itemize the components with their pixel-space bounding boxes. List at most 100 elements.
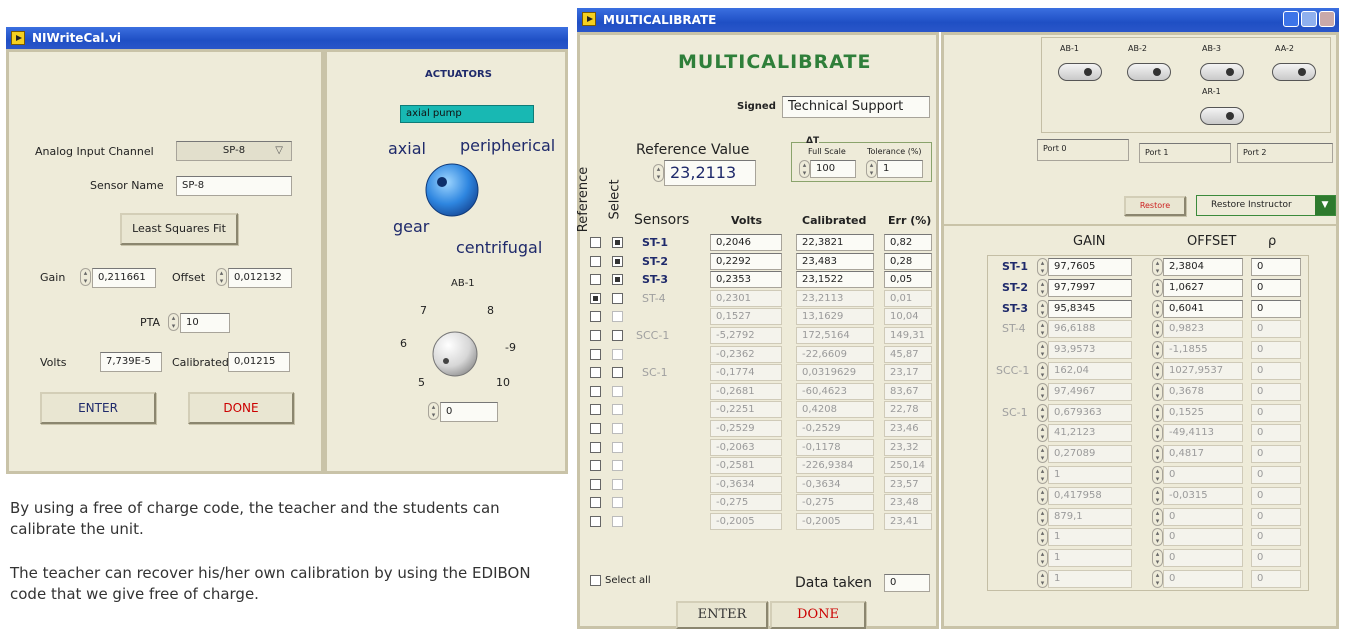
- analog-input-select[interactable]: SP-8 ▽: [176, 141, 292, 161]
- offset-cell[interactable]: 0,4817: [1163, 445, 1243, 463]
- gain-cell[interactable]: 1: [1048, 570, 1132, 588]
- offset-row-spinner-icon[interactable]: ▴ ▾: [1152, 445, 1163, 463]
- gain-row-spinner-icon[interactable]: ▴ ▾: [1037, 404, 1048, 422]
- offset-cell[interactable]: 0,6041: [1163, 300, 1243, 318]
- offset-cell[interactable]: 0: [1163, 466, 1243, 484]
- select-checkbox[interactable]: [612, 274, 623, 285]
- gain-row-spinner-icon[interactable]: ▴ ▾: [1037, 279, 1048, 297]
- reference-checkbox[interactable]: [590, 479, 601, 490]
- reference-checkbox[interactable]: [590, 386, 601, 397]
- minimize-icon[interactable]: [1283, 11, 1299, 27]
- reference-checkbox[interactable]: [590, 497, 601, 508]
- offset-row-spinner-icon[interactable]: ▴ ▾: [1152, 570, 1163, 588]
- select-checkbox[interactable]: [612, 404, 623, 415]
- gain-row-spinner-icon[interactable]: ▴ ▾: [1037, 362, 1048, 380]
- reference-checkbox[interactable]: [590, 423, 601, 434]
- offset-cell[interactable]: 0,9823: [1163, 320, 1243, 338]
- reference-checkbox[interactable]: [590, 311, 601, 322]
- offset-row-spinner-icon[interactable]: ▴ ▾: [1152, 528, 1163, 546]
- gain-cell[interactable]: 95,8345: [1048, 300, 1132, 318]
- gain-cell[interactable]: 97,7997: [1048, 279, 1132, 297]
- offset-cell[interactable]: -1,1855: [1163, 341, 1243, 359]
- select-checkbox[interactable]: [612, 311, 623, 322]
- toggle-aa2[interactable]: [1272, 63, 1316, 81]
- gain-row-spinner-icon[interactable]: ▴ ▾: [1037, 258, 1048, 276]
- gain-cell[interactable]: 879,1: [1048, 508, 1132, 526]
- gain-row-spinner-icon[interactable]: ▴ ▾: [1037, 300, 1048, 318]
- offset-cell[interactable]: 0: [1163, 528, 1243, 546]
- select-checkbox[interactable]: [612, 423, 623, 434]
- reference-checkbox[interactable]: [590, 442, 601, 453]
- select-checkbox[interactable]: [612, 479, 623, 490]
- full-scale-field[interactable]: 100: [810, 160, 856, 178]
- full-scale-spinner-icon[interactable]: ▴ ▾: [799, 160, 810, 178]
- gain-row-spinner-icon[interactable]: ▴ ▾: [1037, 466, 1048, 484]
- reference-checkbox[interactable]: [590, 237, 601, 248]
- offset-row-spinner-icon[interactable]: ▴ ▾: [1152, 508, 1163, 526]
- reference-value-field[interactable]: 23,2113: [664, 160, 756, 186]
- dial-spinner-icon[interactable]: ▴ ▾: [428, 402, 439, 420]
- dial-value-field[interactable]: 0: [440, 402, 498, 422]
- gain-row-spinner-icon[interactable]: ▴ ▾: [1037, 383, 1048, 401]
- offset-row-spinner-icon[interactable]: ▴ ▾: [1152, 320, 1163, 338]
- pta-field[interactable]: 10: [180, 313, 230, 333]
- sensor-name-field[interactable]: SP-8: [176, 176, 292, 196]
- gain-row-spinner-icon[interactable]: ▴ ▾: [1037, 549, 1048, 567]
- reference-checkbox[interactable]: [590, 274, 601, 285]
- offset-field[interactable]: 0,012132: [228, 268, 292, 288]
- tolerance-spinner-icon[interactable]: ▴ ▾: [866, 160, 877, 178]
- select-checkbox[interactable]: [612, 386, 623, 397]
- reference-checkbox[interactable]: [590, 256, 601, 267]
- gain-cell[interactable]: 162,04: [1048, 362, 1132, 380]
- gain-row-spinner-icon[interactable]: ▴ ▾: [1037, 445, 1048, 463]
- select-checkbox[interactable]: [612, 516, 623, 527]
- gain-row-spinner-icon[interactable]: ▴ ▾: [1037, 487, 1048, 505]
- select-checkbox[interactable]: [612, 367, 623, 378]
- select-checkbox[interactable]: [612, 293, 623, 304]
- gain-cell[interactable]: 96,6188: [1048, 320, 1132, 338]
- gain-field[interactable]: 0,211661: [92, 268, 156, 288]
- right-done-button[interactable]: DONE: [770, 601, 866, 629]
- offset-cell[interactable]: 0: [1163, 549, 1243, 567]
- gain-row-spinner-icon[interactable]: ▴ ▾: [1037, 528, 1048, 546]
- offset-cell[interactable]: -0,0315: [1163, 487, 1243, 505]
- offset-spinner-icon[interactable]: ▴ ▾: [216, 268, 227, 286]
- offset-row-spinner-icon[interactable]: ▴ ▾: [1152, 466, 1163, 484]
- gain-cell[interactable]: 41,2123: [1048, 424, 1132, 442]
- offset-cell[interactable]: 1027,9537: [1163, 362, 1243, 380]
- offset-row-spinner-icon[interactable]: ▴ ▾: [1152, 341, 1163, 359]
- offset-row-spinner-icon[interactable]: ▴ ▾: [1152, 279, 1163, 297]
- tolerance-field[interactable]: 1: [877, 160, 923, 178]
- least-squares-fit-button[interactable]: Least Squares Fit: [120, 213, 238, 245]
- select-all-checkbox[interactable]: [590, 575, 601, 586]
- offset-cell[interactable]: 0,3678: [1163, 383, 1243, 401]
- reference-checkbox[interactable]: [590, 349, 601, 360]
- reference-checkbox[interactable]: [590, 367, 601, 378]
- gain-row-spinner-icon[interactable]: ▴ ▾: [1037, 508, 1048, 526]
- offset-cell[interactable]: 0: [1163, 570, 1243, 588]
- left-done-button[interactable]: DONE: [188, 392, 294, 424]
- offset-row-spinner-icon[interactable]: ▴ ▾: [1152, 258, 1163, 276]
- offset-cell[interactable]: 0,1525: [1163, 404, 1243, 422]
- gain-cell[interactable]: 1: [1048, 466, 1132, 484]
- reference-checkbox[interactable]: [590, 330, 601, 341]
- gain-cell[interactable]: 1: [1048, 549, 1132, 567]
- reference-checkbox[interactable]: [590, 516, 601, 527]
- offset-cell[interactable]: 0: [1163, 508, 1243, 526]
- reference-checkbox[interactable]: [590, 404, 601, 415]
- offset-row-spinner-icon[interactable]: ▴ ▾: [1152, 487, 1163, 505]
- select-checkbox[interactable]: [612, 349, 623, 360]
- select-checkbox[interactable]: [612, 256, 623, 267]
- select-checkbox[interactable]: [612, 460, 623, 471]
- offset-row-spinner-icon[interactable]: ▴ ▾: [1152, 404, 1163, 422]
- toggle-ab1[interactable]: [1058, 63, 1102, 81]
- ab1-dial[interactable]: [424, 323, 486, 385]
- gain-cell[interactable]: 93,9573: [1048, 341, 1132, 359]
- reference-spinner-icon[interactable]: ▴ ▾: [653, 164, 664, 182]
- offset-cell[interactable]: 2,3804: [1163, 258, 1243, 276]
- right-enter-button[interactable]: ENTER: [676, 601, 768, 629]
- gain-row-spinner-icon[interactable]: ▴ ▾: [1037, 570, 1048, 588]
- toggle-ab3[interactable]: [1200, 63, 1244, 81]
- restore-button[interactable]: Restore: [1124, 196, 1186, 216]
- toggle-ab2[interactable]: [1127, 63, 1171, 81]
